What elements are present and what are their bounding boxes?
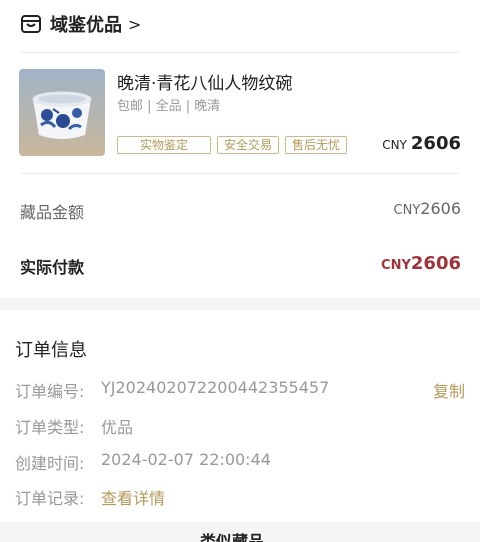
similar-items-heading: 类似藏品 bbox=[200, 532, 265, 542]
price-value: 2606 bbox=[410, 133, 461, 154]
order-type-row: 订单类型: 优品 bbox=[15, 414, 133, 438]
order-info-card: 订单信息 订单编号: YJ202402072200442355457 复制 订单… bbox=[0, 310, 480, 522]
actual-payment-value: CNY2606 bbox=[381, 253, 461, 274]
order-record-label: 订单记录: bbox=[15, 489, 85, 508]
order-number-value: YJ202402072200442355457 bbox=[101, 378, 330, 397]
order-type-value: 优品 bbox=[101, 418, 134, 437]
shop-header[interactable]: 域鉴优品 > bbox=[20, 10, 141, 38]
shop-icon bbox=[21, 15, 41, 33]
copy-order-number-button[interactable]: 复制 bbox=[433, 378, 465, 402]
tag-safe-trade: 安全交易 bbox=[217, 136, 280, 154]
price-currency: CNY bbox=[382, 138, 407, 152]
item-amount-currency: CNY bbox=[393, 203, 421, 218]
created-time-label: 创建时间: bbox=[15, 454, 85, 473]
chevron-right-icon: > bbox=[128, 14, 142, 34]
order-product-card: 域鉴优品 > 晚清·青花八仙人物纹碗 包邮 | 全品 | 晚清 实物鉴定 安全交… bbox=[0, 0, 480, 298]
product-tags: 实物鉴定 安全交易 售后无忧 bbox=[117, 136, 353, 154]
divider bbox=[20, 52, 460, 53]
item-amount-label: 藏品金额 bbox=[20, 203, 85, 222]
tag-verified: 实物鉴定 bbox=[117, 136, 212, 154]
tag-after-sale: 售后无忧 bbox=[285, 136, 348, 154]
shop-name: 域鉴优品 bbox=[50, 15, 122, 36]
created-time-row: 创建时间: 2024-02-07 22:00:44 bbox=[15, 450, 271, 474]
product-title[interactable]: 晚清·青花八仙人物纹碗 bbox=[117, 69, 292, 94]
order-record-row: 订单记录: 查看详情 bbox=[15, 485, 165, 509]
order-number-label: 订单编号: bbox=[15, 382, 85, 401]
item-amount-number: 2606 bbox=[420, 199, 461, 218]
created-time-value: 2024-02-07 22:00:44 bbox=[101, 450, 271, 469]
divider bbox=[20, 173, 460, 174]
product-price: CNY 2606 bbox=[382, 133, 461, 154]
item-amount-value: CNY2606 bbox=[394, 199, 461, 218]
actual-payment-currency: CNY bbox=[381, 258, 411, 273]
order-info-title: 订单信息 bbox=[15, 340, 87, 361]
order-number-row: 订单编号: YJ202402072200442355457 bbox=[15, 378, 329, 402]
actual-payment-number: 2606 bbox=[410, 253, 461, 274]
view-details-link[interactable]: 查看详情 bbox=[101, 485, 165, 509]
actual-payment-label: 实际付款 bbox=[20, 258, 85, 277]
product-subtitle: 包邮 | 全品 | 晚清 bbox=[117, 99, 221, 114]
product-thumbnail[interactable] bbox=[19, 69, 105, 156]
order-type-label: 订单类型: bbox=[15, 418, 85, 437]
